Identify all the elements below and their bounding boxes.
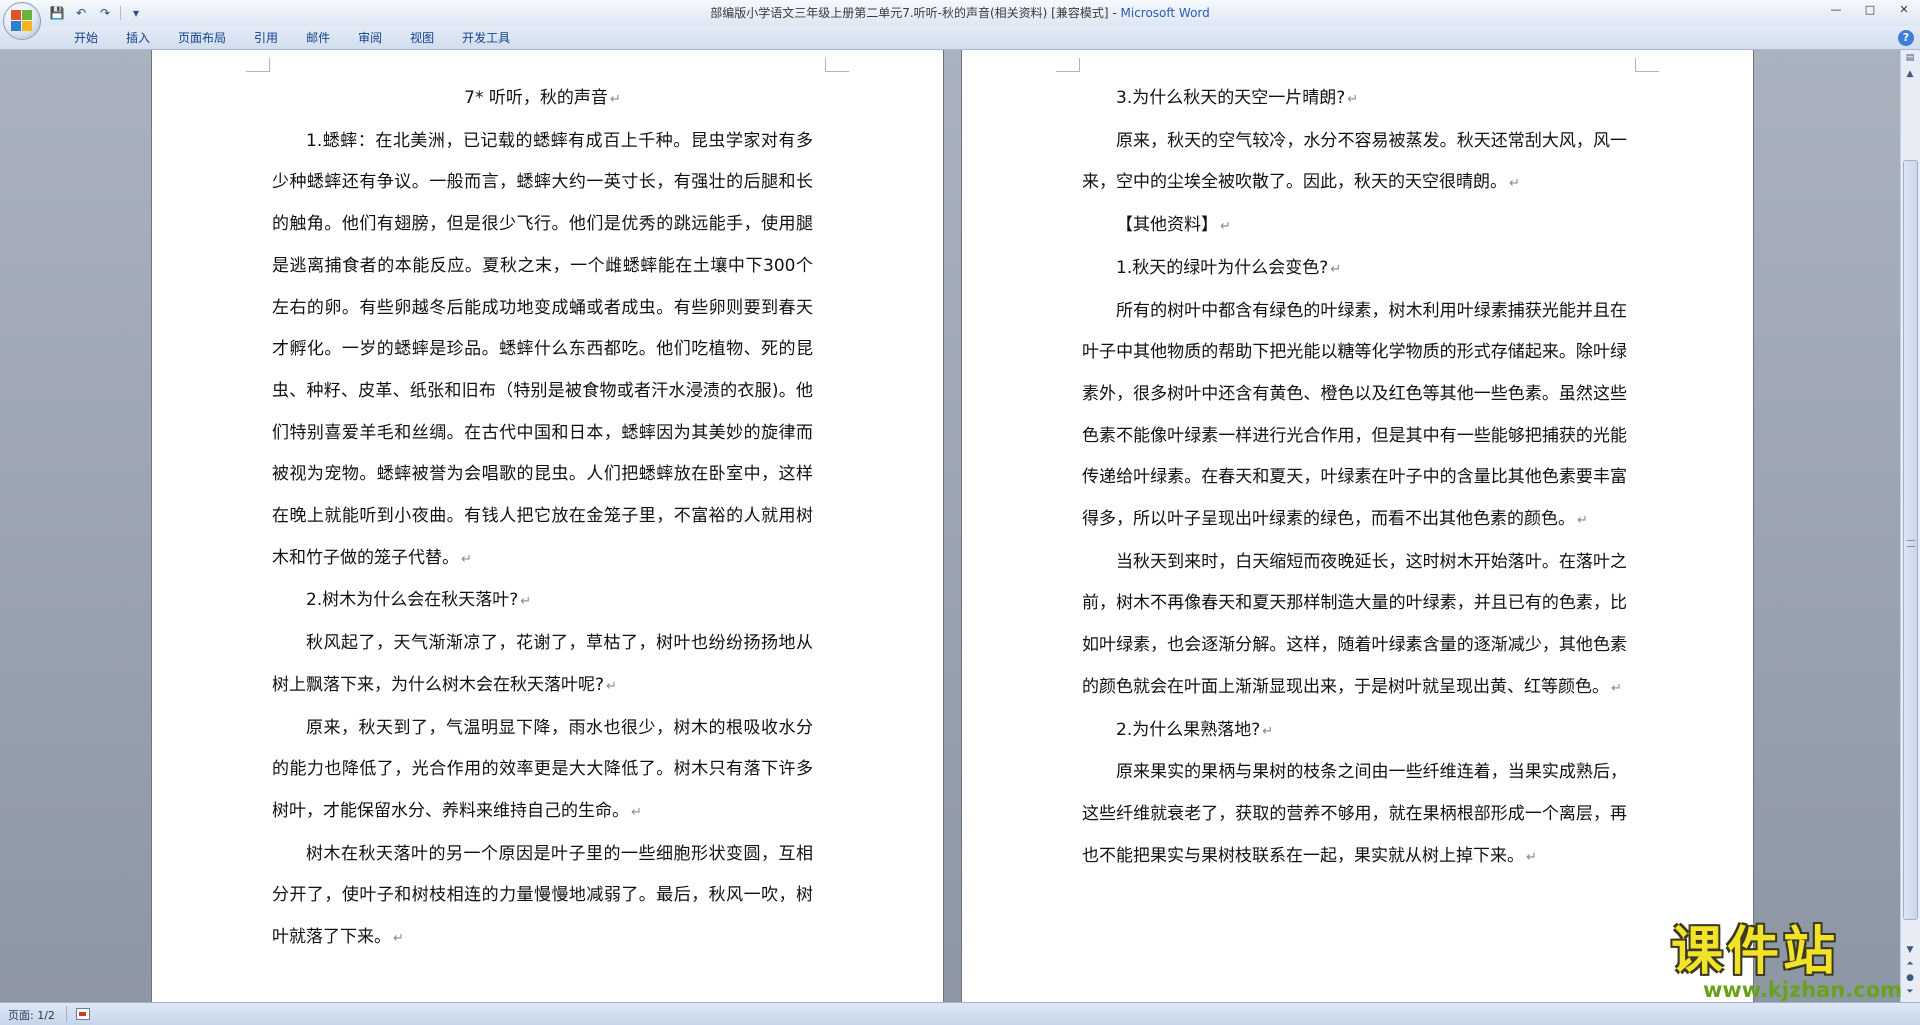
paragraph: 当秋天到来时，白天缩短而夜晚延长，这时树木开始落叶。在落叶之前，树木不再像春天和… [1082,542,1627,710]
office-button[interactable] [3,2,41,40]
paragraph-text: 2.树木为什么会在秋天落叶? [306,590,519,611]
paragraph-mark: ↵ [461,551,472,567]
paragraph-mark: ↵ [1262,723,1274,739]
paragraph-mark: ↵ [393,931,404,947]
paragraph-text: 3.为什么秋天的天空一片晴朗? [1116,88,1346,108]
crop-mark [246,58,270,72]
tab-insert[interactable]: 插入 [112,30,164,46]
app-name: Microsoft Word [1120,6,1210,20]
paragraph-mark: ↵ [606,678,617,694]
tab-mailings[interactable]: 邮件 [292,30,344,46]
paragraph-text: 所有的树叶中都含有绿色的叶绿素，树木利用叶绿素捕获光能并且在叶子中其他物质的帮助… [1082,300,1627,530]
tab-references[interactable]: 引用 [240,30,292,46]
paragraph-text: 秋风起了，天气渐渐凉了，花谢了，草枯了，树叶也纷纷扬扬地从树上飘落下来，为什么树… [272,633,813,695]
window-title: 部编版小学语文三年级上册第二单元7.听听-秋的声音(相关资料) [兼容模式] -… [0,4,1920,21]
window-controls: — □ ✕ [1824,2,1916,18]
ribbon: 开始 插入 页面布局 引用 邮件 审阅 视图 开发工具 ? [0,26,1920,50]
office-logo-icon [11,10,33,32]
paragraph-mark: ↵ [520,594,532,610]
paragraph-mark: ↵ [1577,513,1588,529]
paragraph: 树木在秋天落叶的另一个原因是叶子里的一些细胞形状变圆，互相分开了，使叶子和树枝相… [272,834,813,960]
grip-icon [1907,540,1915,547]
customize-qat-icon[interactable]: ▾ [127,4,145,22]
paragraph-mark: ↵ [1220,219,1231,235]
paragraph: 原来，秋天到了，气温明显下降，雨水也很少，树木的根吸收水分的能力也降低了，光合作… [272,708,813,834]
scrollbar-thumb[interactable] [1903,160,1918,920]
minimize-button[interactable]: — [1824,2,1848,18]
page-right[interactable]: 3.为什么秋天的天空一片晴朗? ↵ 原来，秋天的空气较冷，水分不容易被蒸发。秋天还… [962,50,1753,1002]
qat-separator [120,6,121,20]
title-bar: 💾 ↶ ↷ ▾ 部编版小学语文三年级上册第二单元7.听听-秋的声音(相关资料) … [0,0,1920,40]
heading-text: 7* 听听，秋的声音 [464,88,608,108]
close-button[interactable]: ✕ [1892,2,1916,18]
tab-page-layout[interactable]: 页面布局 [164,30,240,46]
paragraph: 3.为什么秋天的天空一片晴朗? ↵ [1082,78,1627,121]
tab-review[interactable]: 审阅 [344,30,396,46]
page-left[interactable]: 7* 听听，秋的声音 ↵ 1.蟋蟀：在北美洲，已记载的蟋蟀有成百上千种。昆虫学家对… [152,50,943,1002]
paragraph-mark: ↵ [1509,176,1520,192]
paragraph-text: 树木在秋天落叶的另一个原因是叶子里的一些细胞形状变圆，互相分开了，使叶子和树枝相… [272,843,813,948]
vertical-scrollbar[interactable]: ▤ ▲ ▼ ⏶ ● ⏷ [1900,50,1920,1002]
paragraph-mark: ↵ [1611,680,1622,696]
paragraph-mark: ↵ [631,804,642,820]
document-workspace: 7* 听听，秋的声音 ↵ 1.蟋蟀：在北美洲，已记载的蟋蟀有成百上千种。昆虫学家对… [0,50,1900,1002]
paragraph: 所有的树叶中都含有绿色的叶绿素，树木利用叶绿素捕获光能并且在叶子中其他物质的帮助… [1082,291,1627,542]
tab-developer[interactable]: 开发工具 [448,30,524,46]
paragraph-text: 当秋天到来时，白天缩短而夜晚延长，这时树木开始落叶。在落叶之前，树木不再像春天和… [1082,551,1627,697]
crop-mark [825,58,849,72]
save-icon[interactable]: 💾 [48,4,66,22]
ribbon-tabs: 开始 插入 页面布局 引用 邮件 审阅 视图 开发工具 [60,30,524,46]
paragraph: 原来果实的果柄与果树的枝条之间由一些纤维连着，当果实成熟后，这些纤维就衰老了，获… [1082,752,1627,878]
paragraph-mark: ↵ [1526,849,1537,865]
status-bar: 页面: 1/2 [0,1002,1920,1025]
document-heading: 7* 听听，秋的声音 ↵ [272,78,813,121]
crop-mark [1635,58,1659,72]
paragraph-text: 1.秋天的绿叶为什么会变色? [1116,257,1329,278]
paragraph: 【其他资料】 ↵ [1082,205,1627,248]
paragraph-text: 1.蟋蟀：在北美洲，已记载的蟋蟀有成百上千种。昆虫学家对有多少种蟋蟀还有争议。一… [272,130,813,568]
paragraph-text: 原来果实的果柄与果树的枝条之间由一些纤维连着，当果实成熟后，这些纤维就衰老了，获… [1082,762,1627,866]
watermark-title: 课件站 [1671,922,1840,982]
tab-home[interactable]: 开始 [60,30,112,46]
scroll-up-icon[interactable]: ▲ [1901,66,1919,82]
maximize-button[interactable]: □ [1858,2,1882,18]
watermark-url: www.kjzhan.com [1702,978,1902,1002]
macro-recording-icon[interactable] [76,1008,90,1020]
paragraph: 1.蟋蟀：在北美洲，已记载的蟋蟀有成百上千种。昆虫学家对有多少种蟋蟀还有争议。一… [272,121,813,581]
paragraph-text: 2.为什么果熟落地? [1116,719,1261,740]
quick-access-toolbar: 💾 ↶ ↷ ▾ [48,3,145,23]
paragraph-text: 【其他资料】 [1116,215,1218,236]
paragraph: 2.树木为什么会在秋天落叶? ↵ [272,580,813,623]
tab-view[interactable]: 视图 [396,30,448,46]
paragraph: 原来，秋天的空气较冷，水分不容易被蒸发。秋天还常刮大风，风一来，空中的尘埃全被吹… [1082,121,1627,205]
page-content[interactable]: 7* 听听，秋的声音 ↵ 1.蟋蟀：在北美洲，已记载的蟋蟀有成百上千种。昆虫学家对… [272,78,813,960]
ruler-toggle-icon[interactable]: ▤ [1901,50,1919,66]
paragraph-mark: ↵ [1330,261,1342,277]
paragraph: 1.秋天的绿叶为什么会变色? ↵ [1082,248,1627,291]
page-indicator[interactable]: 页面: 1/2 [8,1007,55,1023]
paragraph-mark: ↵ [609,92,621,107]
crop-mark [1056,58,1080,72]
status-separator [66,1006,67,1022]
paragraph-text: 原来，秋天到了，气温明显下降，雨水也很少，树木的根吸收水分的能力也降低了，光合作… [272,717,813,821]
document-title: 部编版小学语文三年级上册第二单元7.听听-秋的声音(相关资料) [兼容模式] - [710,6,1121,20]
watermark-logo: 课件站 www.kjzhan.com [1671,925,1906,1003]
undo-icon[interactable]: ↶ [72,4,90,22]
paragraph: 2.为什么果熟落地? ↵ [1082,710,1627,753]
page-content[interactable]: 3.为什么秋天的天空一片晴朗? ↵ 原来，秋天的空气较冷，水分不容易被蒸发。秋天还… [1082,78,1627,878]
paragraph-mark: ↵ [1347,92,1359,107]
paragraph-text: 原来，秋天的空气较冷，水分不容易被蒸发。秋天还常刮大风，风一来，空中的尘埃全被吹… [1082,130,1627,193]
redo-icon[interactable]: ↷ [96,4,114,22]
help-icon[interactable]: ? [1898,30,1914,46]
paragraph: 秋风起了，天气渐渐凉了，花谢了，草枯了，树叶也纷纷扬扬地从树上飘落下来，为什么树… [272,623,813,707]
